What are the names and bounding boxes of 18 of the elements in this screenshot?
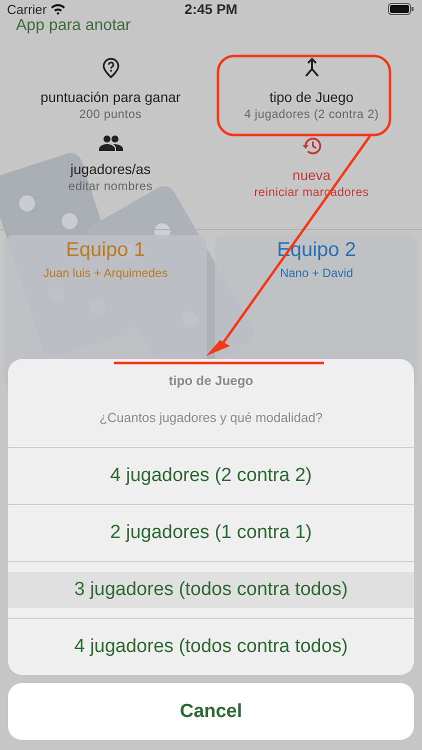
- history-icon: [300, 135, 322, 157]
- menu-item[interactable]: tipo de Juego 4 jugadores (2 contra 2): [211, 57, 412, 121]
- battery-icon: [388, 3, 414, 15]
- team-name: Equipo 1: [66, 239, 145, 262]
- wifi-icon: [50, 3, 66, 15]
- carrier-label: Carrier: [7, 2, 47, 16]
- team-players: Juan luis + Arquimedes: [43, 266, 168, 280]
- menu-item[interactable]: puntuación para ganar 200 puntos: [10, 57, 211, 121]
- app-title: App para anotar: [16, 17, 131, 34]
- sheet-message: ¿Cuantos jugadores y qué modalidad?: [99, 410, 323, 425]
- people-icon: [98, 135, 122, 151]
- sheet-option[interactable]: 4 jugadores (todos contra todos): [8, 618, 414, 675]
- sheet-title: tipo de Juego: [168, 373, 254, 388]
- clock-time: 2:45 PM: [184, 1, 238, 17]
- sheet-option[interactable]: 4 jugadores (2 contra 2): [8, 447, 414, 504]
- cancel-button[interactable]: Cancel: [8, 683, 414, 740]
- team-players: Nano + David: [280, 266, 354, 280]
- menu-item[interactable]: jugadores/as editar nombres: [10, 135, 211, 199]
